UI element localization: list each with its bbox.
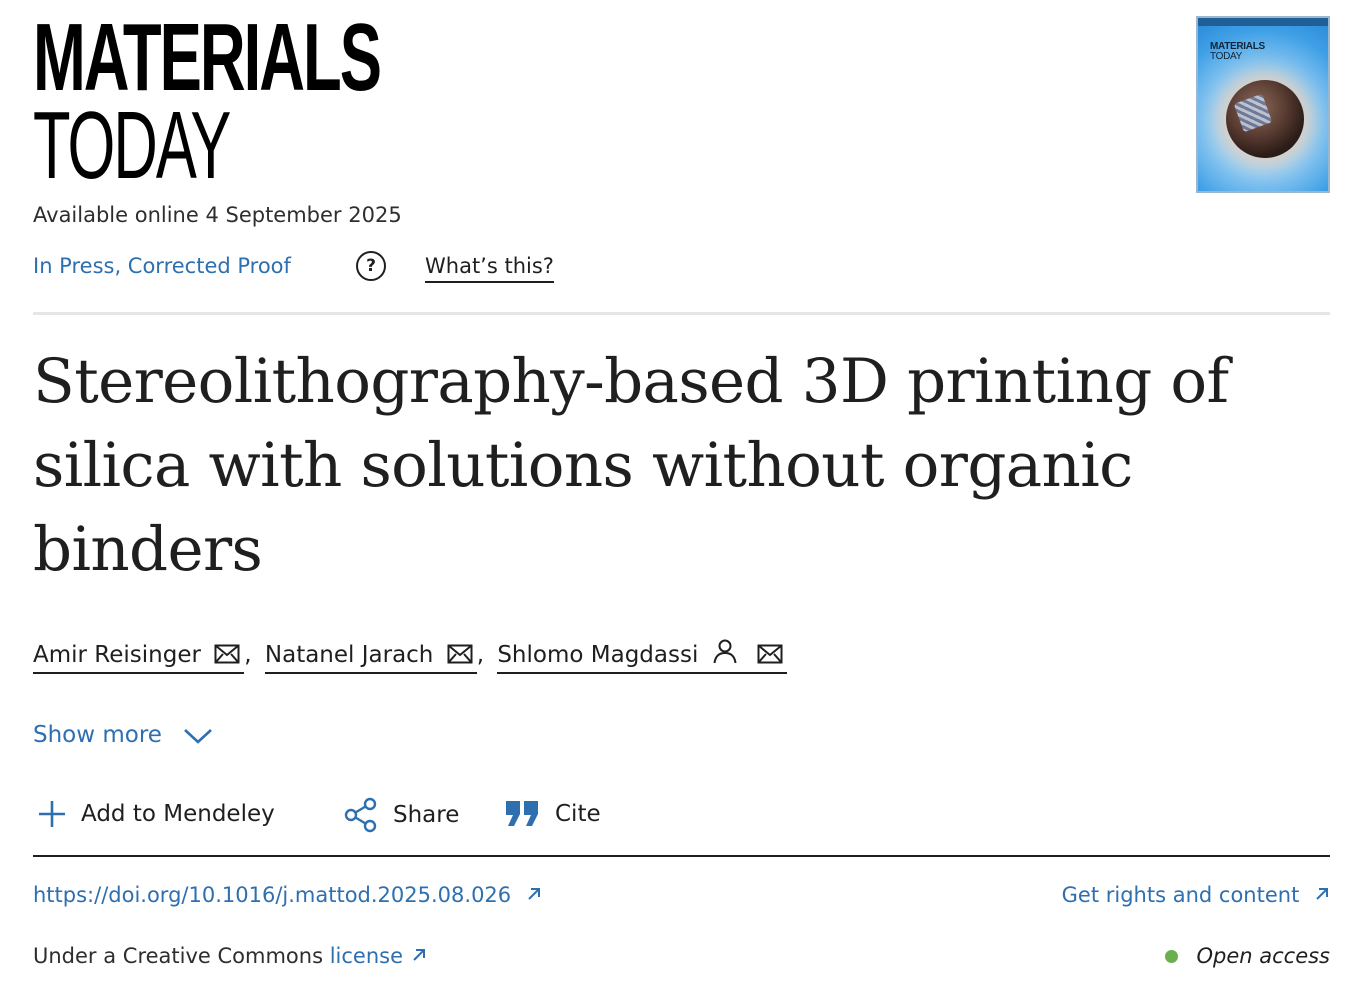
envelope-icon [447, 644, 473, 664]
external-link-arrow-icon [528, 888, 540, 900]
envelope-icon [757, 644, 783, 664]
author-name: Natanel Jarach [264, 642, 434, 668]
share-button[interactable]: Share [343, 797, 459, 833]
in-press-link[interactable]: In Press, Corrected Proof [33, 251, 291, 281]
author-link[interactable]: Natanel Jarach [264, 638, 477, 674]
author-separator: , [476, 642, 485, 668]
license-link[interactable]: license [330, 944, 427, 968]
doi-link[interactable]: https://doi.org/10.1016/j.mattod.2025.08… [33, 880, 542, 910]
open-access-label: Open access [1196, 944, 1330, 968]
cover-top-band [1198, 18, 1328, 26]
chevron-down-icon [184, 729, 213, 744]
question-circle-icon[interactable]: ? [356, 251, 386, 281]
cover-artwork [1226, 80, 1304, 158]
envelope-icon [214, 644, 240, 664]
availability-date: Available online 4 September 2025 [33, 203, 402, 227]
author-name: Shlomo Magdassi [497, 642, 699, 668]
cover-title: MATERIALS TODAY [1210, 42, 1265, 62]
rights-link[interactable]: Get rights and content [1062, 880, 1330, 910]
article-title: Stereolithography-based 3D printing of s… [33, 346, 1229, 585]
doi-text: https://doi.org/10.1016/j.mattod.2025.08… [33, 883, 512, 907]
show-more-label: Show more [33, 722, 162, 748]
license-link-text: license [329, 944, 404, 968]
actions-divider [33, 855, 1330, 857]
author-list: Amir Reisinger , Natanel Jarach , Shlomo… [33, 638, 787, 674]
share-label: Share [393, 802, 460, 828]
external-link-arrow-icon [1316, 888, 1328, 900]
open-access-badge: Open access [1165, 941, 1330, 971]
author-name: Amir Reisinger [33, 642, 201, 668]
author-link[interactable]: Amir Reisinger [33, 638, 245, 674]
author-separator: , [244, 642, 252, 668]
quote-icon [506, 801, 538, 826]
article-header: MATERIALS TODAY MATERIALS TODAY Availabl… [33, 0, 1330, 988]
header-divider [33, 312, 1330, 315]
cover-title-line2: TODAY [1210, 51, 1243, 62]
license-prefix: Under a Creative Commons [33, 944, 324, 968]
add-to-mendeley-button[interactable]: Add to Mendeley [37, 797, 275, 831]
cite-label: Cite [555, 801, 601, 827]
journal-logo-line2: TODAY [33, 92, 231, 199]
show-more-button[interactable]: Show more [33, 718, 213, 752]
cite-button[interactable]: Cite [505, 797, 601, 831]
person-icon [713, 639, 737, 664]
plus-icon [39, 801, 65, 827]
whats-this-link[interactable]: What’s this? [425, 251, 554, 283]
license-statement: Under a Creative Commons license [33, 941, 427, 971]
rights-text: Get rights and content [1061, 883, 1300, 907]
author-link[interactable]: Shlomo Magdassi [497, 638, 787, 674]
open-access-dot-icon [1165, 949, 1179, 963]
external-link-arrow-icon [413, 949, 426, 961]
journal-cover-image[interactable]: MATERIALS TODAY [1196, 16, 1330, 193]
share-icon [344, 797, 377, 833]
add-to-mendeley-label: Add to Mendeley [81, 801, 275, 827]
